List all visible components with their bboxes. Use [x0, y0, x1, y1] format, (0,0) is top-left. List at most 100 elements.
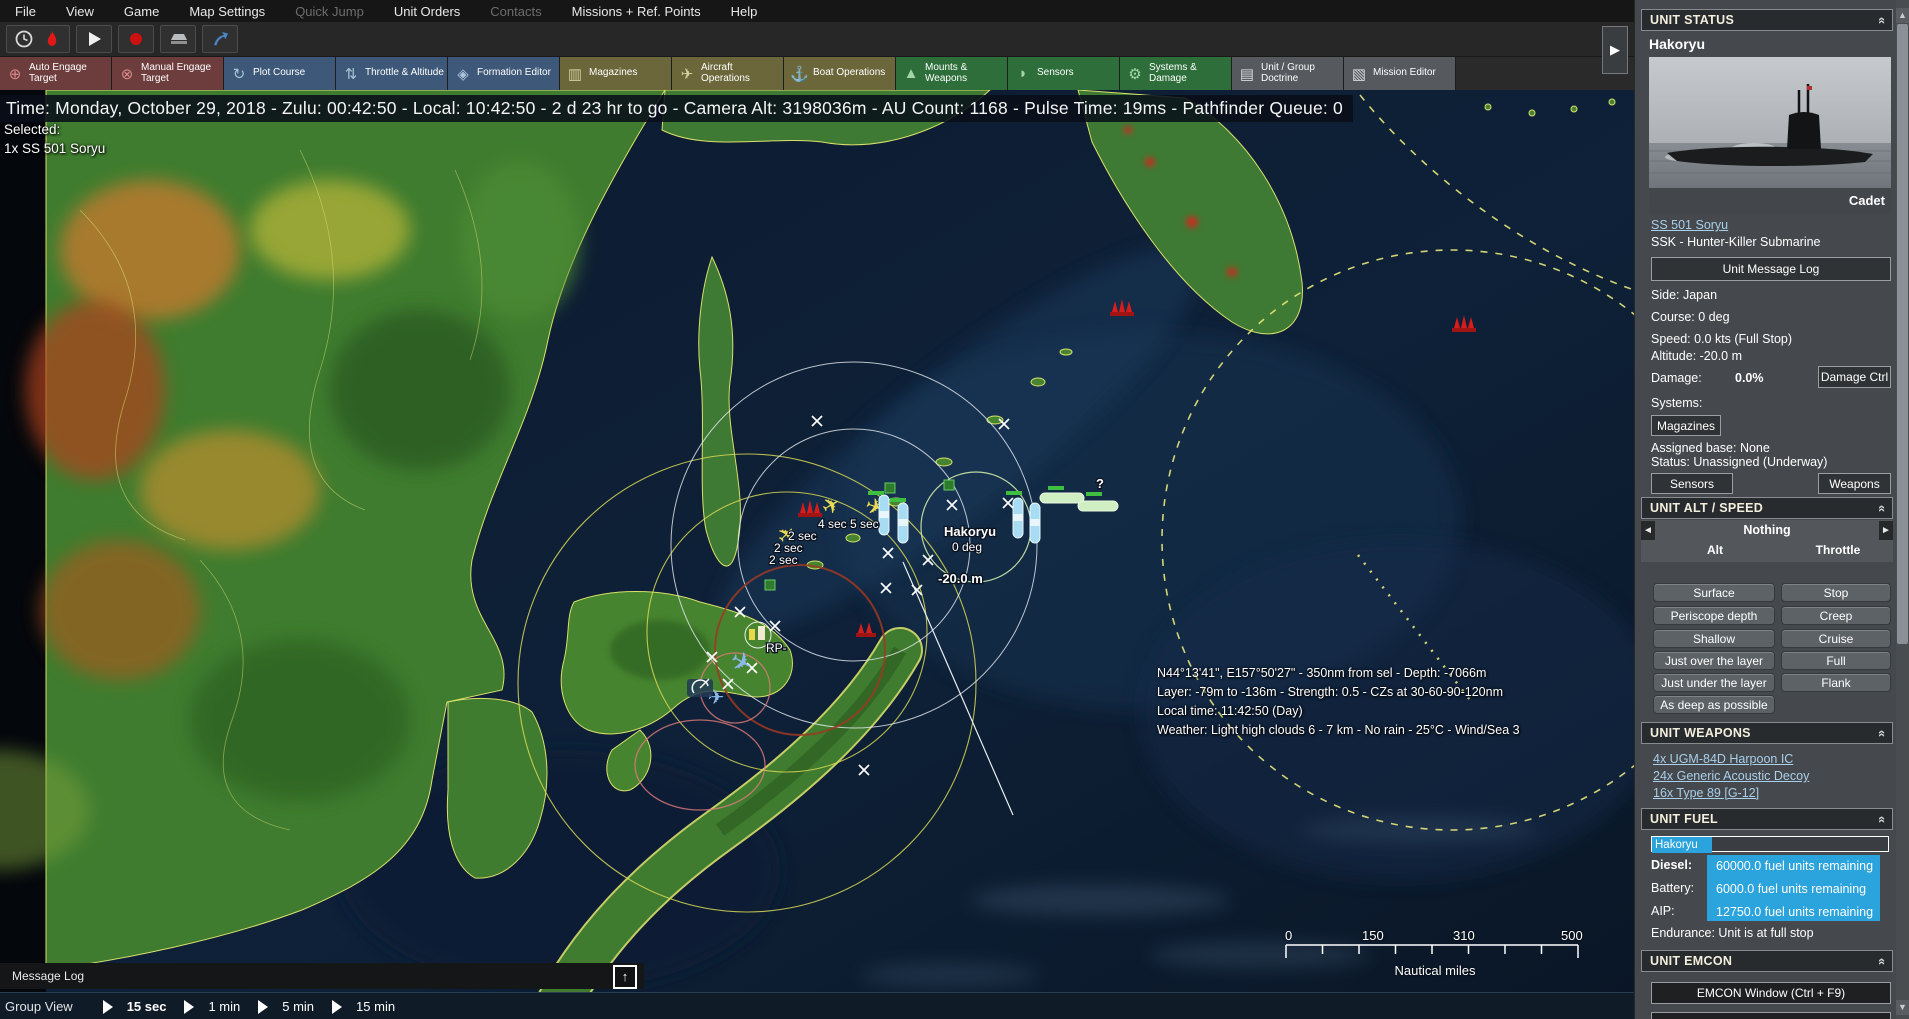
speed-5min[interactable]: 5 min [282, 999, 314, 1014]
unit-class-desc: SSK - Hunter-Killer Submarine [1651, 235, 1821, 249]
throttle-creep-button[interactable]: Creep [1781, 606, 1891, 625]
throttle-cruise-button[interactable]: Cruise [1781, 629, 1891, 648]
photo-caption: Cadet [1649, 188, 1891, 214]
unit-name: Hakoryu [1649, 36, 1705, 52]
group-view-label[interactable]: Group View [0, 999, 85, 1014]
sidebar-scrollbar[interactable]: ▲ ▼ [1896, 0, 1909, 1019]
sensors-button[interactable]: ◗Sensors [1008, 57, 1120, 90]
menu-view[interactable]: View [51, 4, 109, 19]
preset-next-arrow[interactable]: ► [1879, 521, 1893, 540]
weapon-link[interactable]: 24x Generic Acoustic Decoy [1653, 769, 1809, 783]
throttle-full-button[interactable]: Full [1781, 651, 1891, 670]
eta-label: 2 sec [769, 553, 798, 567]
preset-value[interactable]: Nothing [1659, 523, 1875, 537]
speed-1min[interactable]: 1 min [208, 999, 240, 1014]
collapse-chevron-icon[interactable]: « [1875, 957, 1890, 964]
flame-icon[interactable] [43, 30, 61, 48]
menu-unit-orders[interactable]: Unit Orders [379, 4, 475, 19]
auto-engage-target-button[interactable]: ⊕Auto Engage Target [0, 57, 112, 90]
speed-15sec[interactable]: 15 sec [127, 999, 167, 1014]
unit-weapons-header[interactable]: UNIT WEAPONS « [1641, 722, 1893, 744]
manual-engage-target-button[interactable]: ⊗Manual Engage Target [112, 57, 224, 90]
health-bar [868, 491, 884, 495]
menu-map-settings[interactable]: Map Settings [174, 4, 280, 19]
unit-message-log-button[interactable]: Unit Message Log [1651, 257, 1891, 281]
magazines-side-button[interactable]: Magazines [1651, 415, 1721, 436]
message-log-expand-button[interactable]: ↑ [613, 965, 637, 989]
unit-emcon-header[interactable]: UNIT EMCON « [1641, 950, 1893, 972]
aircraft-operations-button[interactable]: ✈Aircraft Operations [672, 57, 784, 90]
throttle-altitude-button[interactable]: ⇅Throttle & Altitude [336, 57, 448, 90]
unknown-contact-icon[interactable]: ? [1096, 476, 1104, 491]
scale-tick-label: 310 [1453, 928, 1475, 943]
formation-editor-button[interactable]: ◈Formation Editor [448, 57, 560, 90]
map-canvas[interactable]: ✈ ✈ ✈ ✈ ✈ [0, 90, 1634, 1019]
play-speed-icon[interactable] [103, 1000, 113, 1014]
unit-alt-speed-header[interactable]: UNIT ALT / SPEED « [1641, 497, 1893, 519]
eraser-button[interactable] [160, 25, 196, 53]
manual-engage-icon: ⊗ [118, 65, 136, 83]
record-button[interactable] [118, 25, 154, 53]
plot-course-button[interactable]: ↻Plot Course [224, 57, 336, 90]
jump-button[interactable] [202, 25, 238, 53]
scroll-down-icon[interactable]: ▼ [1896, 1000, 1909, 1015]
throttle-flank-button[interactable]: Flank [1781, 673, 1891, 692]
scroll-up-icon[interactable]: ▲ [1896, 8, 1909, 23]
collapse-chevron-icon[interactable]: « [1875, 815, 1890, 822]
unit-course-label: 0 deg [952, 540, 982, 554]
time-settings-group[interactable] [6, 25, 70, 53]
weapon-link[interactable]: 4x UGM-84D Harpoon IC [1653, 752, 1793, 766]
collapse-chevron-icon[interactable]: « [1875, 729, 1890, 736]
scrollbar-thumb[interactable] [1897, 24, 1908, 644]
alt-shallow-button[interactable]: Shallow [1653, 629, 1775, 648]
alt-over-layer-button[interactable]: Just over the layer [1653, 651, 1775, 670]
fuel-value-battery: 6000.0 fuel units remaining [1711, 879, 1866, 899]
systems-damage-button[interactable]: ⚙Systems & Damage [1120, 57, 1232, 90]
unit-fuel-header[interactable]: UNIT FUEL « [1641, 808, 1893, 830]
unit-class-link[interactable]: SS 501 Soryu [1651, 218, 1728, 232]
emcon-window-button[interactable]: EMCON Window (Ctrl + F9) [1651, 982, 1891, 1004]
menu-game[interactable]: Game [109, 4, 174, 19]
magazines-button[interactable]: ▥Magazines [560, 57, 672, 90]
menu-help[interactable]: Help [716, 4, 773, 19]
boat-operations-button[interactable]: ⚓Boat Operations [784, 57, 896, 90]
weapons-side-button[interactable]: Weapons [1818, 473, 1891, 494]
sensors-side-button[interactable]: Sensors [1651, 473, 1733, 494]
unit-status-header[interactable]: UNIT STATUS « [1641, 9, 1893, 31]
play-speed-icon[interactable] [332, 1000, 342, 1014]
clock-icon[interactable] [15, 30, 33, 48]
play-button[interactable] [76, 25, 112, 53]
weapon-link[interactable]: 16x Type 89 [G-12] [1653, 786, 1759, 800]
alt-under-layer-button[interactable]: Just under the layer [1653, 673, 1775, 692]
sidebar-collapse-button[interactable]: ▶ [1602, 26, 1628, 74]
throttle-column-header: Throttle [1793, 543, 1883, 557]
radar-site-icon[interactable] [687, 679, 713, 697]
tactical-map[interactable]: ✈ ✈ ✈ ✈ ✈ [0, 90, 1634, 1019]
speed-15min[interactable]: 15 min [356, 999, 395, 1014]
play-speed-icon[interactable] [184, 1000, 194, 1014]
message-log-bar[interactable]: Message Log ↑ [0, 963, 644, 989]
mounts-weapons-button[interactable]: ▲Mounts & Weapons [896, 57, 1008, 90]
message-log-label: Message Log [0, 969, 84, 983]
collapse-chevron-icon[interactable]: « [1875, 16, 1890, 23]
collapse-chevron-icon[interactable]: « [1875, 504, 1890, 511]
play-speed-icon[interactable] [258, 1000, 268, 1014]
damage-ctrl-button[interactable]: Damage Ctrl [1818, 366, 1891, 388]
speed-row: Speed: 0.0 kts (Full Stop) [1651, 332, 1792, 346]
eta-label: 4 sec [818, 517, 847, 531]
cutoff-button[interactable] [1651, 1012, 1891, 1019]
throttle-stop-button[interactable]: Stop [1781, 583, 1891, 602]
plot-course-icon: ↻ [230, 65, 248, 83]
alt-surface-button[interactable]: Surface [1653, 583, 1775, 602]
alt-deep-button[interactable]: As deep as possible [1653, 695, 1775, 714]
mission-editor-button[interactable]: ▧Mission Editor [1344, 57, 1456, 90]
alt-periscope-button[interactable]: Periscope depth [1653, 606, 1775, 625]
damage-label: Damage: [1651, 371, 1702, 385]
weather-line: Weather: Light high clouds 6 - 7 km - No… [1157, 721, 1520, 740]
preset-prev-arrow[interactable]: ◄ [1641, 521, 1655, 540]
aircraft-operations-icon: ✈ [678, 65, 696, 83]
menu-file[interactable]: File [0, 4, 51, 19]
menu-missions-ref-points[interactable]: Missions + Ref. Points [557, 4, 716, 19]
unit-group-doctrine-button[interactable]: ▤Unit / Group Doctrine [1232, 57, 1344, 90]
fuel-unit-selector[interactable]: Hakoryu [1651, 836, 1889, 852]
